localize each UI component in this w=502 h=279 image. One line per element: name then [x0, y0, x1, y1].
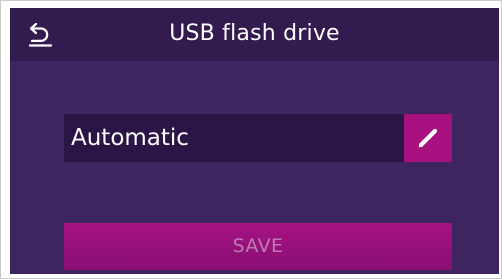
- value-text: Automatic: [71, 125, 189, 151]
- device-frame: USB flash drive Automatic SAVE: [0, 0, 502, 279]
- save-button[interactable]: SAVE: [64, 223, 452, 270]
- page-title: USB flash drive: [169, 21, 340, 46]
- header-bar: USB flash drive: [10, 8, 499, 61]
- screen: USB flash drive Automatic SAVE: [10, 8, 499, 274]
- edit-button[interactable]: [404, 114, 452, 162]
- value-field[interactable]: Automatic: [64, 114, 452, 162]
- pencil-icon: [418, 128, 438, 148]
